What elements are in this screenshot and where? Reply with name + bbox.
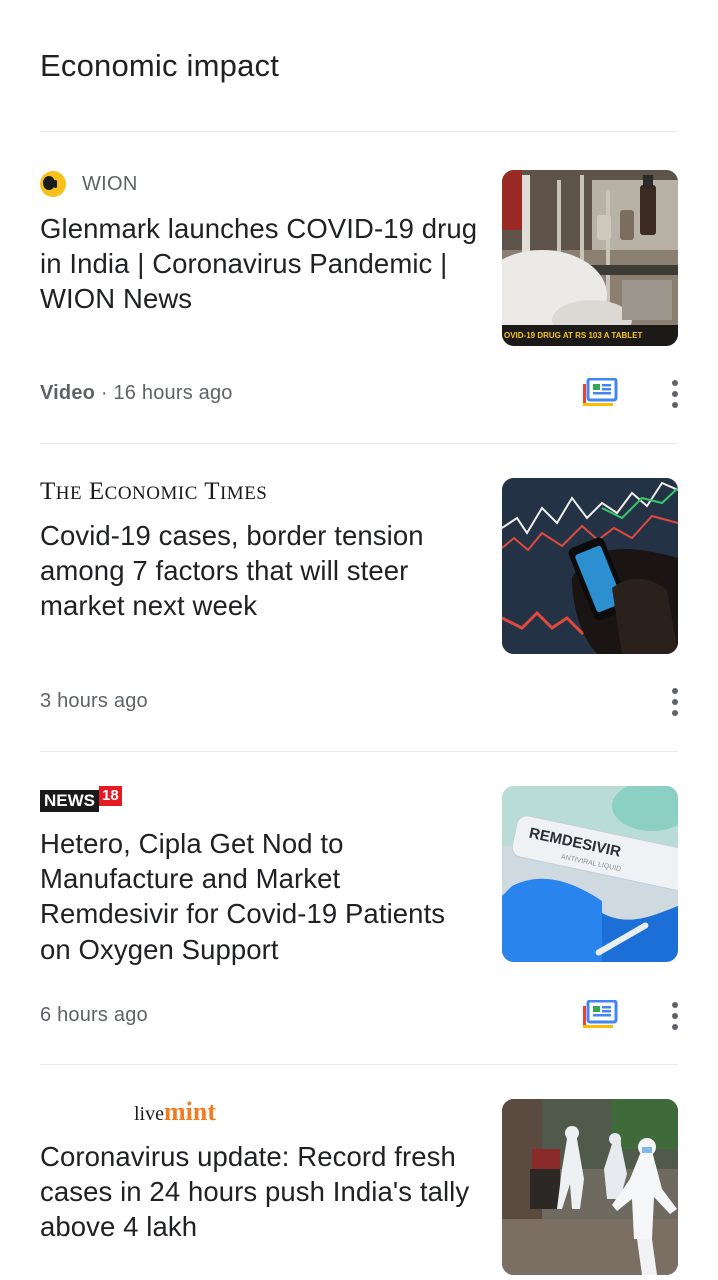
livemint-logo-live: live: [134, 1103, 164, 1125]
thumbnail-ppe-workers-image[interactable]: [502, 1099, 678, 1275]
meta-row: 3 hours ago: [40, 690, 148, 713]
more-options-icon[interactable]: [664, 998, 686, 1034]
full-coverage-icon[interactable]: [580, 999, 618, 1030]
thumbnail-stock-chart-image[interactable]: [502, 478, 678, 654]
news18-logo-text: NEWS: [40, 790, 99, 812]
news18-logo: NEWS 18: [40, 786, 122, 812]
more-options-icon[interactable]: [664, 684, 686, 720]
news-card-2[interactable]: THE ECONOMIC TIMES Covid-19 cases, borde…: [0, 444, 718, 751]
headline[interactable]: Covid-19 cases, border tension among 7 f…: [40, 518, 480, 624]
economic-times-logo: THE ECONOMIC TIMES: [40, 478, 268, 505]
thumbnail-lab-image[interactable]: OVID-19 DRUG AT RS 103 A TABLET: [502, 170, 678, 346]
source-row: WION: [40, 169, 138, 199]
wion-logo-icon: [40, 171, 66, 197]
news-card-1[interactable]: WION Glenmark launches COVID-19 drug in …: [0, 0, 718, 444]
timestamp: 6 hours ago: [40, 1004, 148, 1026]
livemint-logo-mint: mint: [164, 1097, 216, 1126]
livemint-logo: livemint: [134, 1097, 216, 1127]
news18-logo-number: 18: [99, 786, 122, 806]
timestamp: 3 hours ago: [40, 690, 148, 712]
news-card-3[interactable]: NEWS 18 Hetero, Cipla Get Nod to Manufac…: [0, 752, 718, 1065]
source-row: NEWS 18: [40, 784, 122, 814]
source-row: THE ECONOMIC TIMES: [40, 477, 267, 507]
meta-row: Video · 16 hours ago: [40, 382, 233, 405]
timestamp: · 16 hours ago: [100, 382, 233, 404]
news-card-4[interactable]: livemint Coronavirus update: Record fres…: [0, 1065, 718, 1280]
meta-row: 6 hours ago: [40, 1004, 148, 1027]
thumbnail-caption: OVID-19 DRUG AT RS 103 A TABLET: [504, 331, 643, 340]
headline[interactable]: Glenmark launches COVID-19 drug in India…: [40, 211, 480, 317]
more-options-icon[interactable]: [664, 376, 686, 412]
content-type-label: Video: [40, 382, 96, 404]
source-name: WION: [82, 172, 138, 195]
headline[interactable]: Hetero, Cipla Get Nod to Manufacture and…: [40, 826, 480, 967]
thumbnail-remdesivir-image[interactable]: REMDESIVIR ANTIVIRAL LIQUID: [502, 786, 678, 962]
full-coverage-icon[interactable]: [580, 377, 618, 408]
source-row: livemint: [40, 1097, 216, 1127]
headline[interactable]: Coronavirus update: Record fresh cases i…: [40, 1139, 480, 1245]
